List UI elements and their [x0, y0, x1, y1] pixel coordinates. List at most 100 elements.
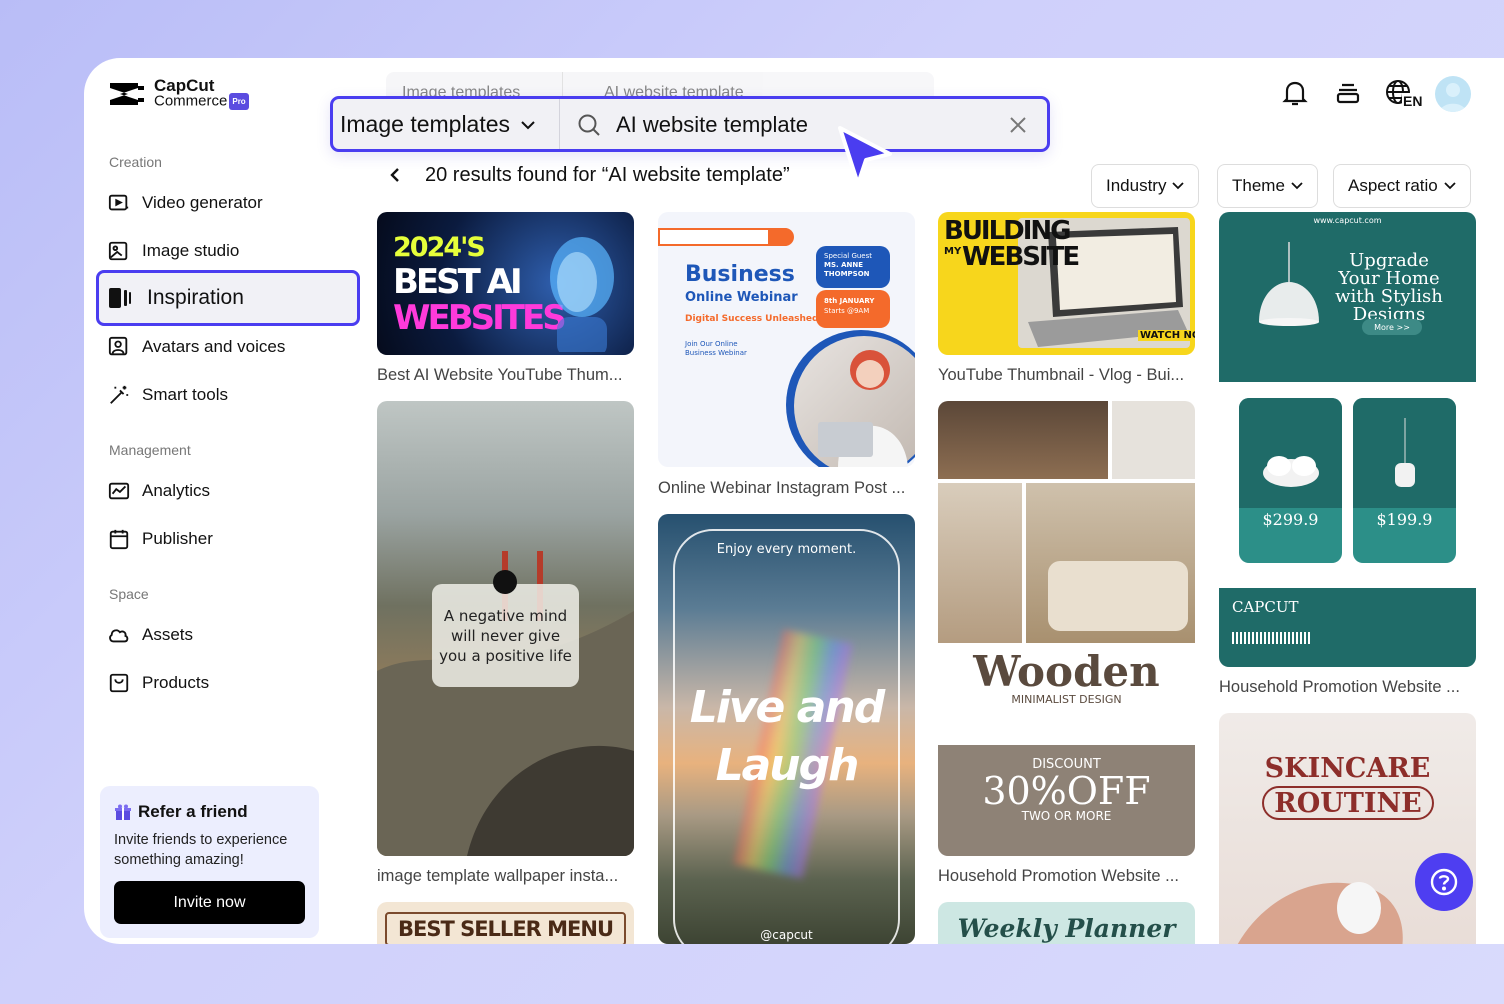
filter-label: Industry — [1106, 176, 1167, 195]
template-caption[interactable]: YouTube Thumbnail - Vlog - Bui... — [938, 366, 1184, 385]
thumb-text: WEBSITE — [962, 242, 1080, 272]
pendant-lamp-image — [1259, 242, 1319, 326]
template-card[interactable]: BUILDING MY WEBSITE WATCH NOW — [938, 212, 1195, 355]
thumb-text: 30%OFF — [982, 769, 1151, 813]
thumb-text: Upgrade Your Home with Stylish Designs — [1335, 250, 1443, 325]
thumb-text: Starts @9AM — [824, 307, 870, 315]
woman-laptop-image — [818, 350, 908, 467]
template-caption[interactable]: Household Promotion Website ... — [1219, 678, 1460, 697]
section-management: Management — [109, 442, 191, 458]
section-creation: Creation — [109, 154, 162, 170]
sidebar-item-image-studio[interactable]: Image studio — [108, 236, 239, 266]
sidebar-item-label: Analytics — [142, 481, 211, 500]
search-category-select[interactable]: Image templates — [340, 111, 536, 138]
filter-theme[interactable]: Theme — [1217, 164, 1318, 208]
app-window: CapCut Commerce Pro Creation Video genera… — [84, 58, 1504, 944]
bell-icon[interactable] — [1280, 78, 1310, 108]
sidebar-item-label: Inspiration — [147, 286, 244, 309]
back-chevron-icon[interactable] — [386, 164, 404, 186]
thumb-text: Special Guest — [824, 252, 873, 260]
sidebar-item-analytics[interactable]: Analytics — [108, 476, 210, 506]
language-switcher[interactable]: EN — [1384, 78, 1428, 110]
thumb-text: Business — [685, 262, 795, 287]
sidebar-item-publisher[interactable]: Publisher — [108, 524, 213, 554]
capcut-logo-icon — [110, 83, 144, 105]
thumb-text: Weekly Planner — [957, 914, 1176, 943]
sidebar-item-label: Video generator — [142, 193, 263, 212]
filter-industry[interactable]: Industry — [1091, 164, 1200, 208]
thumb-text: MINIMALIST DESIGN — [1011, 693, 1122, 706]
template-card[interactable]: Weekly Planner — [938, 902, 1195, 944]
thumb-text: MY — [944, 246, 962, 257]
sidebar-item-video-generator[interactable]: Video generator — [108, 188, 263, 218]
search-bar[interactable]: Image templates AI website template — [330, 96, 1050, 152]
template-caption[interactable]: Household Promotion Website ... — [938, 867, 1179, 886]
template-card[interactable]: 2024'S BEST AI WEBSITES — [377, 212, 634, 355]
sidebar-item-label: Avatars and voices — [142, 337, 286, 356]
sidebar-item-inspiration[interactable]: Inspiration — [96, 270, 360, 326]
help-button[interactable] — [1415, 853, 1473, 911]
filter-label: Aspect ratio — [1348, 176, 1438, 195]
template-card[interactable]: Wooden MINIMALIST DESIGN DISCOUNT 30%OFF… — [938, 401, 1195, 856]
thumb-text: BEST SELLER MENU — [385, 912, 626, 944]
question-icon — [1430, 868, 1458, 896]
template-card[interactable]: BEST SELLER MENU — [377, 902, 634, 944]
template-card[interactable]: www.capcut.com Upgrade Your Home with St… — [1219, 212, 1476, 667]
thumb-text: SKINCARE — [1264, 753, 1431, 784]
thumb-text: Live and — [689, 682, 885, 733]
mouse-cursor-icon — [838, 126, 892, 186]
template-caption[interactable]: Online Webinar Instagram Post ... — [658, 479, 905, 498]
template-card[interactable]: A negative mind will never give you a po… — [377, 401, 634, 856]
image-studio-icon — [108, 241, 128, 261]
refer-title: Refer a friend — [138, 802, 248, 821]
sidebar-item-smart-tools[interactable]: Smart tools — [108, 380, 228, 410]
brand-sub: Commerce — [154, 92, 228, 110]
template-caption[interactable]: image template wallpaper insta... — [377, 867, 618, 886]
thumb-text: Enjoy every moment. — [716, 542, 857, 557]
thumb-text: CAPCUT — [1232, 598, 1299, 616]
brand-logo[interactable]: CapCut Commerce Pro — [108, 76, 249, 110]
refer-description: Invite friends to experience something a… — [114, 832, 288, 868]
results-title: 20 results found for “AI website templat… — [425, 164, 790, 186]
thumb-text: Laugh — [715, 740, 860, 791]
thumb-text: More >> — [1362, 319, 1422, 335]
video-generator-icon — [108, 194, 129, 211]
avatar-icon — [1440, 83, 1466, 112]
sidebar-item-assets[interactable]: Assets — [108, 620, 193, 650]
filter-label: Theme — [1232, 176, 1285, 195]
thumb-text: 2024'S — [393, 232, 486, 263]
stack-icon[interactable] — [1333, 78, 1363, 108]
skincare-hand-image — [1237, 882, 1403, 944]
thumb-text: BEST AI — [393, 262, 523, 302]
analytics-icon — [108, 482, 130, 500]
sidebar-item-avatars[interactable]: Avatars and voices — [108, 332, 285, 362]
thumb-text: $199.9 — [1376, 510, 1433, 529]
sidebar-item-products[interactable]: Products — [108, 668, 209, 698]
thumb-text: Join Our Online Business Webinar — [685, 340, 747, 357]
user-avatar[interactable] — [1435, 76, 1471, 112]
thumb-text: www.capcut.com — [1313, 216, 1382, 225]
invite-now-button[interactable]: Invite now — [114, 881, 305, 924]
cloud-icon — [109, 629, 129, 643]
search-category-label: Image templates — [340, 111, 511, 137]
search-input[interactable]: AI website template — [616, 112, 808, 138]
thumb-text: Wooden — [973, 647, 1160, 696]
chevron-down-icon — [1291, 182, 1303, 190]
template-caption[interactable]: Best AI Website YouTube Thum... — [377, 366, 623, 385]
filter-aspect-ratio[interactable]: Aspect ratio — [1333, 164, 1471, 208]
avatar-voices-icon — [108, 336, 128, 356]
thumb-text: MS. ANNE THOMPSON — [824, 261, 870, 278]
product-box-icon — [109, 673, 129, 693]
brand-name: CapCut — [154, 76, 215, 95]
chevron-down-icon — [1172, 182, 1185, 190]
thumb-text: Online Webinar — [685, 290, 798, 305]
template-card[interactable]: Enjoy every moment. Live and Laugh @capc… — [658, 514, 915, 944]
template-card[interactable]: Business Online Webinar Digital Success … — [658, 212, 915, 467]
thumb-text: $299.9 — [1262, 510, 1319, 529]
inspiration-icon — [109, 288, 131, 308]
search-icon — [578, 114, 600, 136]
thumb-text: ROUTINE — [1262, 786, 1434, 820]
chevron-down-icon — [1444, 182, 1456, 190]
close-icon[interactable] — [1008, 115, 1028, 135]
sidebar-item-label: Products — [142, 673, 210, 692]
